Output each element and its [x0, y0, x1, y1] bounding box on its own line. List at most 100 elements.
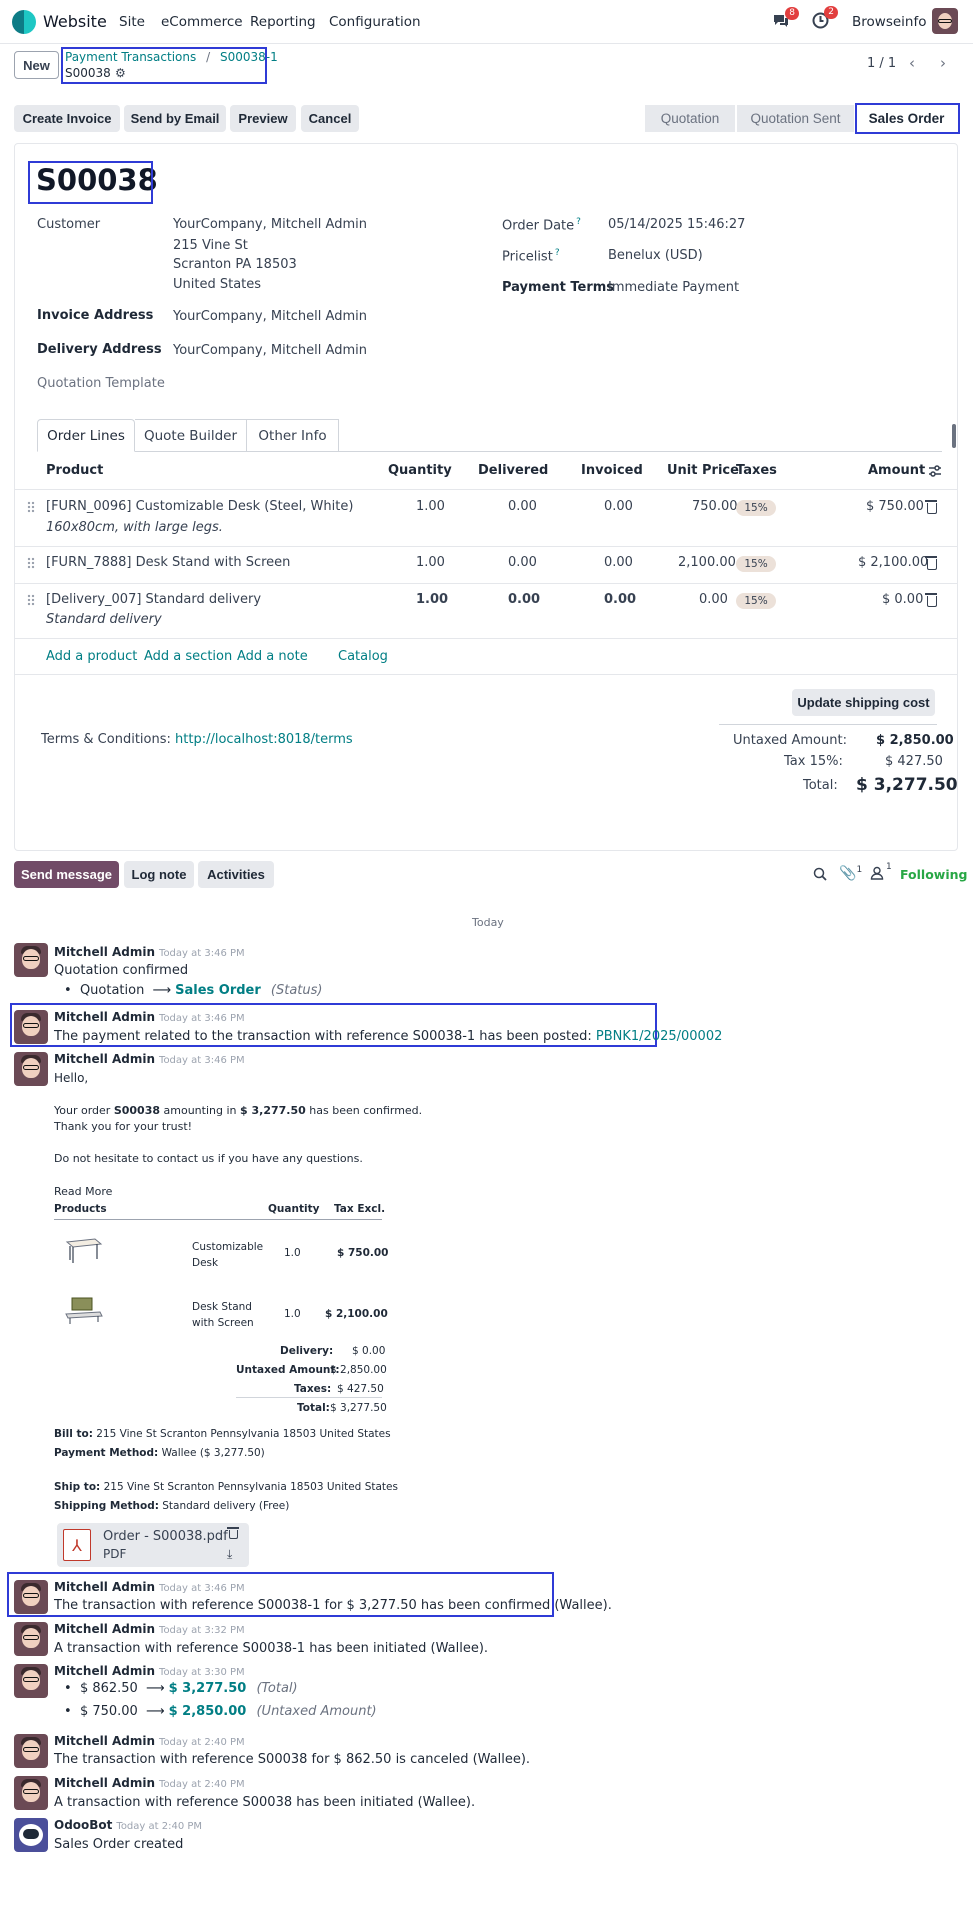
status-sales-order[interactable]: Sales Order: [855, 105, 958, 132]
col-unit-price[interactable]: Unit Price: [667, 463, 739, 478]
row2-unit-price[interactable]: 2,100.00: [678, 555, 736, 570]
row1-invoiced[interactable]: 0.00: [604, 499, 633, 514]
row1-tax-badge[interactable]: 15%: [736, 500, 776, 516]
pager-next-icon[interactable]: ›: [940, 54, 946, 72]
col-invoiced[interactable]: Invoiced: [581, 463, 643, 478]
tab-quote-builder[interactable]: Quote Builder: [135, 419, 247, 452]
delivery-address-field[interactable]: YourCompany, Mitchell Admin: [173, 343, 367, 358]
payment-terms-field[interactable]: Immediate Payment: [608, 280, 739, 295]
status-quotation-sent[interactable]: Quotation Sent: [736, 105, 854, 132]
avatar[interactable]: [14, 1734, 48, 1768]
scrollbar-handle[interactable]: [952, 424, 956, 448]
company-switcher[interactable]: Browseinfo: [852, 14, 926, 30]
drag-handle-icon[interactable]: [27, 557, 35, 569]
row3-quantity[interactable]: 1.00: [416, 592, 448, 607]
avatar[interactable]: [14, 1664, 48, 1698]
search-icon[interactable]: [813, 867, 827, 881]
pricelist-help-icon[interactable]: ?: [555, 248, 560, 258]
avatar[interactable]: [14, 1622, 48, 1656]
status-quotation[interactable]: Quotation: [645, 105, 735, 132]
messages-icon[interactable]: 8: [772, 7, 799, 29]
tab-order-lines[interactable]: Order Lines: [37, 419, 135, 452]
cancel-button[interactable]: Cancel: [301, 105, 359, 132]
row1-delivered[interactable]: 0.00: [508, 499, 537, 514]
drag-handle-icon[interactable]: [27, 501, 35, 513]
catalog-link[interactable]: Catalog: [338, 649, 388, 664]
following-button[interactable]: Following: [900, 867, 967, 882]
app-name[interactable]: Website: [43, 12, 107, 31]
menu-ecommerce[interactable]: eCommerce: [161, 14, 243, 30]
read-more-link[interactable]: Read More: [54, 1185, 112, 1198]
row1-product[interactable]: [FURN_0096] Customizable Desk (Steel, Wh…: [46, 499, 353, 514]
payment-link[interactable]: PBNK1/2025/00002: [596, 1029, 722, 1044]
order-date-help-icon[interactable]: ?: [576, 217, 581, 227]
breadcrumb-payment-transactions[interactable]: Payment Transactions: [65, 50, 196, 64]
pager-value[interactable]: 1 / 1: [867, 56, 896, 71]
add-product-link[interactable]: Add a product: [46, 649, 137, 664]
log-note-button[interactable]: Log note: [124, 861, 194, 888]
create-invoice-button[interactable]: Create Invoice: [14, 105, 120, 132]
paperclip-icon[interactable]: 📎1: [839, 865, 862, 882]
row3-tax-badge[interactable]: 15%: [736, 593, 776, 609]
message-author[interactable]: Mitchell Admin Today at 3:46 PM: [54, 1580, 245, 1594]
row1-description[interactable]: 160x80cm, with large legs.: [46, 520, 223, 535]
customer-link[interactable]: YourCompany, Mitchell Admin: [173, 217, 367, 232]
odoobot-avatar[interactable]: [14, 1818, 48, 1852]
user-avatar[interactable]: [932, 8, 958, 34]
message-author[interactable]: OdooBot Today at 2:40 PM: [54, 1818, 202, 1832]
website-app-icon[interactable]: [12, 10, 36, 34]
download-icon[interactable]: ⤓: [227, 1547, 232, 1562]
pdf-attachment-card[interactable]: ⅄ Order - S00038.pdf PDF ⤓: [57, 1523, 249, 1567]
row2-delivered[interactable]: 0.00: [508, 555, 537, 570]
message-author[interactable]: Mitchell Admin Today at 3:30 PM: [54, 1664, 245, 1678]
col-quantity[interactable]: Quantity: [388, 463, 452, 478]
row3-description[interactable]: Standard delivery: [46, 612, 162, 627]
activities-button[interactable]: Activities: [198, 861, 274, 888]
menu-reporting[interactable]: Reporting: [250, 14, 316, 30]
message-author[interactable]: Mitchell Admin Today at 3:46 PM: [54, 945, 245, 959]
send-message-button[interactable]: Send message: [14, 861, 119, 888]
activities-icon[interactable]: 2: [812, 6, 838, 29]
invoice-address-field[interactable]: YourCompany, Mitchell Admin: [173, 309, 367, 324]
avatar[interactable]: [14, 943, 48, 977]
row2-tax-badge[interactable]: 15%: [736, 556, 776, 572]
message-author[interactable]: Mitchell Admin Today at 2:40 PM: [54, 1734, 245, 1748]
terms-link[interactable]: http://localhost:8018/terms: [175, 732, 353, 747]
menu-site[interactable]: Site: [119, 14, 145, 30]
avatar[interactable]: [14, 1580, 48, 1614]
order-date-field[interactable]: 05/14/2025 15:46:27: [608, 217, 745, 232]
row3-unit-price[interactable]: 0.00: [699, 592, 728, 607]
col-amount[interactable]: Amount: [868, 463, 925, 478]
row3-delivered[interactable]: 0.00: [508, 592, 540, 607]
new-button[interactable]: New: [14, 51, 59, 79]
tab-other-info[interactable]: Other Info: [247, 419, 339, 452]
message-author[interactable]: Mitchell Admin Today at 3:46 PM: [54, 1010, 245, 1024]
avatar[interactable]: [14, 1010, 48, 1044]
column-settings-icon[interactable]: [928, 464, 942, 478]
col-delivered[interactable]: Delivered: [478, 463, 548, 478]
col-taxes[interactable]: Taxes: [736, 463, 777, 478]
message-author[interactable]: Mitchell Admin Today at 2:40 PM: [54, 1776, 245, 1790]
send-by-email-button[interactable]: Send by Email: [124, 105, 226, 132]
add-section-link[interactable]: Add a section: [144, 649, 232, 664]
avatar[interactable]: [14, 1052, 48, 1086]
message-author[interactable]: Mitchell Admin Today at 3:32 PM: [54, 1622, 245, 1636]
row1-unit-price[interactable]: 750.00: [692, 499, 738, 514]
update-shipping-cost-button[interactable]: Update shipping cost: [792, 689, 935, 716]
avatar[interactable]: [14, 1776, 48, 1810]
row3-delete-icon[interactable]: [925, 593, 937, 607]
message-author[interactable]: Mitchell Admin Today at 3:46 PM: [54, 1052, 245, 1066]
row1-delete-icon[interactable]: [925, 500, 937, 514]
row2-product[interactable]: [FURN_7888] Desk Stand with Screen: [46, 555, 290, 570]
row2-quantity[interactable]: 1.00: [416, 555, 445, 570]
preview-button[interactable]: Preview: [230, 105, 296, 132]
followers-icon[interactable]: 1: [870, 862, 894, 882]
add-note-link[interactable]: Add a note: [237, 649, 308, 664]
drag-handle-icon[interactable]: [27, 594, 35, 606]
pricelist-field[interactable]: Benelux (USD): [608, 248, 703, 263]
attachment-delete-icon[interactable]: [227, 1527, 239, 1539]
row1-quantity[interactable]: 1.00: [416, 499, 445, 514]
row3-product[interactable]: [Delivery_007] Standard delivery: [46, 592, 261, 607]
breadcrumb-transaction[interactable]: S00038-1: [220, 50, 278, 64]
menu-configuration[interactable]: Configuration: [329, 14, 421, 30]
